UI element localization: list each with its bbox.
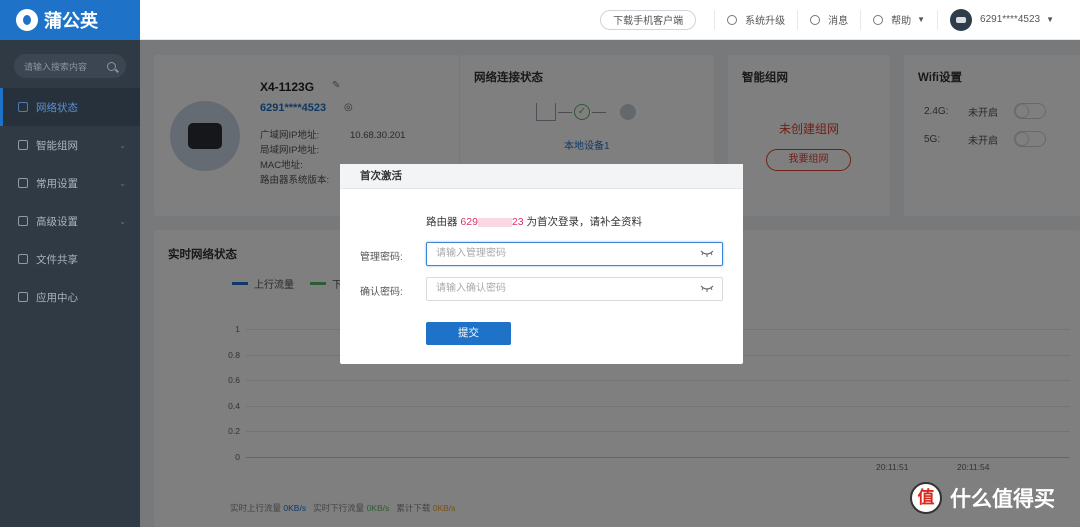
chevron-down-icon: ⌄ xyxy=(119,178,126,188)
sidebar: 蒲公英 请输入搜索内容 网络状态 智能组网 ⌄ 常用设置 ⌄ 高级设置 ⌄ 文件… xyxy=(0,0,140,527)
sidebar-item-label: 常用设置 xyxy=(36,177,78,190)
upgrade-icon xyxy=(727,14,738,25)
caret-down-icon: ▼ xyxy=(917,15,926,24)
password-placeholder: 请输入管理密码 xyxy=(436,248,506,259)
watermark-text: 什么值得买 xyxy=(950,488,1055,511)
sidebar-item-label: 智能组网 xyxy=(36,139,78,152)
eye-closed-icon[interactable] xyxy=(700,248,714,258)
confirm-password-field[interactable]: 请输入确认密码 xyxy=(426,277,723,301)
help-label: 帮助 xyxy=(891,16,912,27)
message-sn-start: 629 xyxy=(460,216,478,228)
gear-icon xyxy=(18,178,28,188)
settings-icon xyxy=(18,216,28,226)
dialog-title: 首次激活 xyxy=(340,164,743,189)
messages-label: 消息 xyxy=(828,16,849,27)
sidebar-item-label: 高级设置 xyxy=(36,215,78,228)
download-app-button[interactable]: 下载手机客户端 xyxy=(600,9,697,30)
help-icon xyxy=(873,14,884,25)
message-prefix: 路由器 xyxy=(426,216,461,228)
logo[interactable]: 蒲公英 xyxy=(0,0,140,40)
user-label: 6291****4523 xyxy=(980,14,1041,25)
sidebar-item-label: 网络状态 xyxy=(36,101,78,114)
upgrade-label: 系统升级 xyxy=(745,16,786,27)
system-upgrade-button[interactable]: 系统升级 xyxy=(714,9,797,30)
password-label: 管理密码: xyxy=(360,252,403,263)
redaction-mask xyxy=(477,217,512,227)
dandelion-logo-icon xyxy=(16,9,38,31)
eye-closed-icon[interactable] xyxy=(700,283,714,293)
password-field[interactable]: 请输入管理密码 xyxy=(426,242,723,266)
dialog-message: 路由器 629 23 为首次登录，请补全资料 xyxy=(426,214,642,229)
watermark: 值 什么值得买 xyxy=(910,482,1055,514)
chevron-down-icon: ⌄ xyxy=(119,216,126,226)
sidebar-item-app-center[interactable]: 应用中心 xyxy=(0,278,140,316)
mesh-icon xyxy=(18,140,28,150)
user-menu[interactable]: 6291****4523 ▼ xyxy=(937,8,1066,31)
folder-icon xyxy=(18,254,28,264)
avatar xyxy=(950,8,973,31)
sidebar-search-input[interactable]: 请输入搜索内容 xyxy=(14,54,126,78)
confirm-placeholder: 请输入确认密码 xyxy=(436,283,506,294)
sidebar-item-advanced-settings[interactable]: 高级设置 ⌄ xyxy=(0,202,140,240)
caret-down-icon: ▼ xyxy=(1046,15,1054,24)
sidebar-item-common-settings[interactable]: 常用设置 ⌄ xyxy=(0,164,140,202)
sidebar-menu: 网络状态 智能组网 ⌄ 常用设置 ⌄ 高级设置 ⌄ 文件共享 应用中心 xyxy=(0,88,140,316)
bell-icon xyxy=(810,14,821,25)
messages-button[interactable]: 消息 xyxy=(797,9,860,30)
top-bar: 下载手机客户端 系统升级 消息 帮助 ▼ 6291****4523 ▼ xyxy=(140,0,1080,40)
confirm-label: 确认密码: xyxy=(360,287,403,298)
chevron-down-icon: ⌄ xyxy=(119,140,126,150)
apps-icon xyxy=(18,292,28,302)
message-suffix: 为首次登录，请补全资料 xyxy=(523,216,643,228)
home-icon xyxy=(18,102,28,112)
sidebar-item-file-share[interactable]: 文件共享 xyxy=(0,240,140,278)
first-activation-dialog: 首次激活 路由器 629 23 为首次登录，请补全资料 管理密码: 请输入管理密码… xyxy=(340,164,743,364)
watermark-badge: 值 xyxy=(910,482,942,514)
sidebar-item-network-status[interactable]: 网络状态 xyxy=(0,88,140,126)
search-placeholder: 请输入搜索内容 xyxy=(24,61,88,72)
sidebar-item-label: 应用中心 xyxy=(36,291,78,304)
search-icon[interactable] xyxy=(107,61,116,71)
help-menu[interactable]: 帮助 ▼ xyxy=(860,9,937,30)
logo-text: 蒲公英 xyxy=(44,11,98,31)
message-sn-end: 23 xyxy=(511,216,524,228)
sidebar-item-smart-mesh[interactable]: 智能组网 ⌄ xyxy=(0,126,140,164)
submit-button[interactable]: 提交 xyxy=(426,322,511,345)
sidebar-item-label: 文件共享 xyxy=(36,253,78,266)
